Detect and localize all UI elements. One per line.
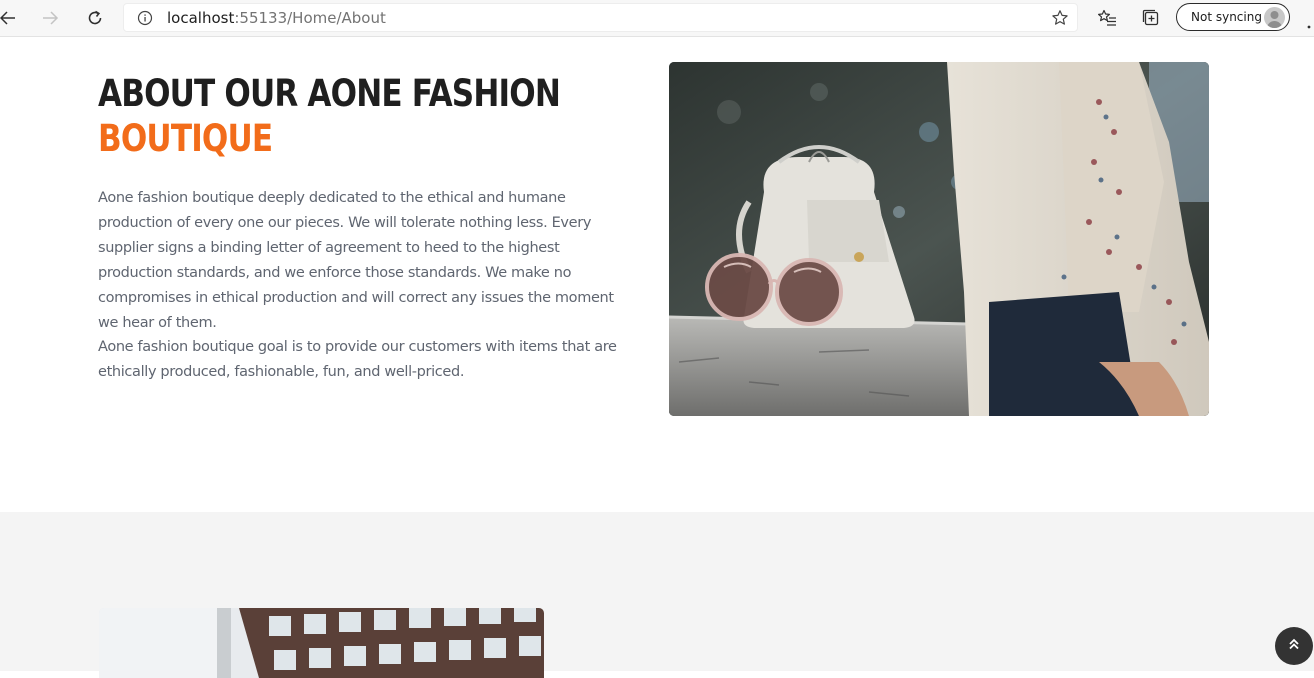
double-chevron-up-icon bbox=[1288, 637, 1300, 655]
star-icon[interactable] bbox=[1051, 9, 1069, 32]
more-icon[interactable] bbox=[1307, 16, 1314, 29]
handbag-photo bbox=[669, 62, 1209, 416]
profile-sync-button[interactable]: Not syncing bbox=[1176, 3, 1290, 31]
page-title: ABOUT OUR AONE FASHION BOUTIQUE bbox=[98, 71, 561, 161]
back-to-top-button[interactable] bbox=[1275, 627, 1313, 665]
favorites-list-icon[interactable] bbox=[1095, 6, 1119, 30]
building-photo bbox=[99, 608, 544, 678]
browser-toolbar: localhost:55133/Home/About Not syncing bbox=[0, 0, 1314, 37]
about-paragraph-1: Aone fashion boutique deeply dedicated t… bbox=[98, 190, 614, 331]
sync-status-label: Not syncing bbox=[1191, 10, 1262, 24]
about-paragraph-2: Aone fashion boutique goal is to provide… bbox=[98, 339, 617, 380]
url-host: localhost bbox=[167, 9, 235, 27]
secondary-section bbox=[0, 512, 1314, 678]
address-bar[interactable]: localhost:55133/Home/About bbox=[123, 3, 1078, 32]
heading-accent: BOUTIQUE bbox=[98, 117, 273, 160]
info-icon[interactable] bbox=[137, 10, 153, 31]
back-arrow-icon[interactable] bbox=[0, 5, 20, 31]
forward-arrow-icon[interactable] bbox=[38, 5, 64, 31]
url-path: :55133/Home/About bbox=[234, 9, 386, 27]
about-section: ABOUT OUR AONE FASHION BOUTIQUE Aone fas… bbox=[0, 37, 1314, 512]
url-text: localhost:55133/Home/About bbox=[167, 9, 386, 27]
heading-line: ABOUT OUR AONE FASHION bbox=[98, 72, 561, 115]
collections-icon[interactable] bbox=[1139, 6, 1163, 30]
avatar bbox=[1264, 7, 1285, 28]
reload-icon[interactable] bbox=[82, 5, 108, 31]
